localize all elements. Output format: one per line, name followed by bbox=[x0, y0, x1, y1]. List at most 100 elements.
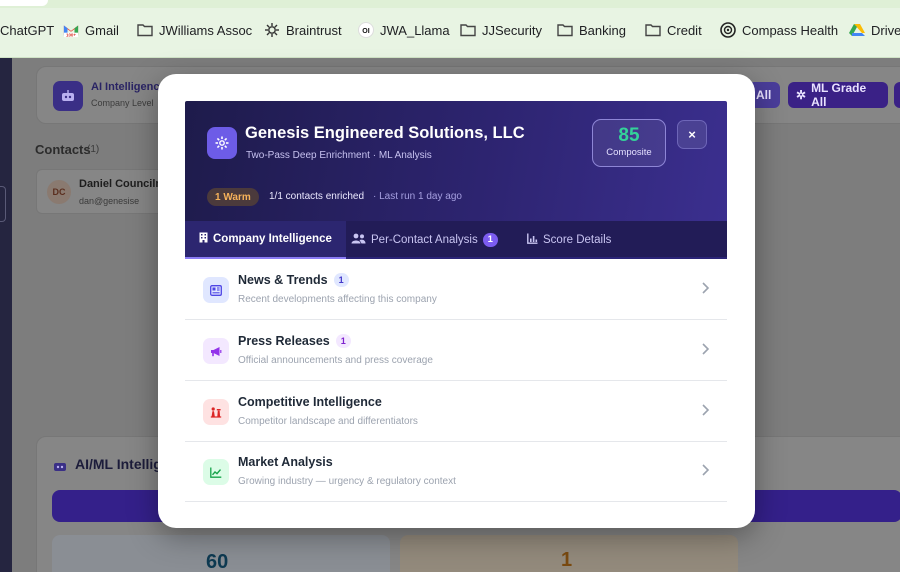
bookmark-label: JJSecurity bbox=[482, 22, 542, 38]
bookmark-compass-health[interactable]: Compass Health bbox=[720, 20, 838, 40]
bookmark-banking[interactable]: Banking bbox=[557, 20, 626, 40]
bookmarks-bar: ChatGPT 100+ Gmail JWilliams Assoc Brain… bbox=[0, 0, 900, 58]
svg-text:100+: 100+ bbox=[66, 33, 76, 38]
robot-icon bbox=[53, 459, 67, 471]
bookmark-label: Compass Health bbox=[742, 22, 839, 38]
section-title: News & Trends 1 bbox=[238, 273, 349, 287]
bookmark-label: JWA_Llama bbox=[380, 22, 450, 38]
tab-score-details[interactable]: Score Details bbox=[527, 221, 611, 259]
tab-label: Per-Contact Analysis bbox=[371, 234, 478, 246]
app-sidebar bbox=[0, 58, 12, 572]
section-title: Press Releases 1 bbox=[238, 334, 351, 348]
drive-icon bbox=[849, 22, 865, 38]
company-name: Genesis Engineered Solutions, LLC bbox=[245, 124, 525, 142]
contact-name: Daniel Councilm bbox=[79, 178, 166, 190]
trend-icon bbox=[203, 459, 229, 485]
section-press-releases[interactable]: Press Releases 1 Official announcements … bbox=[185, 320, 727, 381]
bookmark-label: ChatGPT bbox=[0, 22, 55, 38]
bookmark-jwilliams[interactable]: JWilliams Assoc bbox=[137, 20, 252, 40]
chevron-right-icon bbox=[702, 464, 710, 476]
svg-text:OI: OI bbox=[362, 28, 369, 35]
chevron-right-icon bbox=[702, 282, 710, 294]
section-title: Market Analysis bbox=[238, 455, 333, 469]
section-description: Recent developments affecting this compa… bbox=[238, 294, 437, 305]
stat-value: 60 bbox=[206, 551, 229, 572]
section-description: Competitor landscape and differentiators bbox=[238, 416, 418, 427]
composite-score: 85 bbox=[618, 125, 640, 146]
last-run-status: · Last run 1 day ago bbox=[373, 191, 462, 202]
bookmark-jwa-llama[interactable]: OI JWA_Llama bbox=[358, 20, 450, 40]
extra-action-button[interactable] bbox=[894, 82, 900, 108]
modal-tabs: Company Intelligence Per-Contact Analysi… bbox=[185, 221, 727, 259]
stat-card-left: 60 bbox=[52, 535, 390, 572]
bookmark-credit[interactable]: Credit bbox=[645, 20, 702, 40]
section-title: Competitive Intelligence bbox=[238, 395, 382, 409]
ollama-icon: OI bbox=[358, 22, 374, 38]
contacts-count: (1) bbox=[87, 144, 100, 155]
bookmark-gmail[interactable]: 100+ Gmail bbox=[63, 20, 119, 40]
contact-card[interactable]: DC Daniel Councilm dan@genesise bbox=[36, 169, 176, 214]
avatar: DC bbox=[47, 180, 71, 204]
folder-icon bbox=[557, 22, 573, 38]
ml-grade-all-button[interactable]: ✲ ML Grade All bbox=[788, 81, 888, 109]
panel-subtitle: Company Level bbox=[91, 98, 154, 108]
bookmark-label: Braintrust bbox=[286, 22, 342, 38]
bookmark-drive[interactable]: Drive bbox=[849, 20, 900, 40]
bookmark-braintrust[interactable]: Braintrust bbox=[264, 20, 342, 40]
gmail-icon: 100+ bbox=[63, 22, 79, 38]
contacts-label: Contacts bbox=[35, 142, 91, 157]
warm-badge: 1 Warm bbox=[207, 188, 259, 206]
section-news-trends[interactable]: News & Trends 1 Recent developments affe… bbox=[185, 259, 727, 320]
section-title-text: Competitive Intelligence bbox=[238, 395, 382, 409]
bookmark-label: Gmail bbox=[85, 22, 119, 38]
sidebar-handle[interactable] bbox=[0, 186, 6, 222]
active-tab-edge bbox=[0, 0, 48, 6]
bookmark-label: Drive bbox=[871, 22, 900, 38]
users-icon bbox=[351, 233, 366, 247]
bookmark-chatgpt[interactable]: ChatGPT bbox=[0, 20, 54, 40]
section-count-badge: 1 bbox=[335, 334, 351, 348]
tab-strip bbox=[0, 0, 900, 8]
panel-title: AI Intelligenc bbox=[91, 81, 160, 93]
chart-icon bbox=[527, 233, 538, 247]
composite-label: Composite bbox=[606, 147, 652, 158]
tab-per-contact-analysis[interactable]: Per-Contact Analysis 1 bbox=[351, 221, 498, 259]
section-market-analysis[interactable]: Market Analysis Growing industry — urgen… bbox=[185, 441, 727, 502]
newspaper-icon bbox=[203, 277, 229, 303]
modal-header: Genesis Engineered Solutions, LLC Two-Pa… bbox=[185, 101, 727, 222]
company-gear-icon bbox=[207, 127, 237, 159]
section-description: Official announcements and press coverag… bbox=[238, 355, 433, 366]
contact-email: dan@genesise bbox=[79, 196, 140, 206]
stat-value: 1 bbox=[561, 549, 573, 571]
folder-icon bbox=[460, 22, 476, 38]
tab-label: Company Intelligence bbox=[213, 233, 332, 245]
folder-icon bbox=[645, 22, 661, 38]
close-button[interactable]: × bbox=[677, 120, 707, 149]
braintrust-icon bbox=[264, 22, 280, 38]
building-icon bbox=[199, 232, 208, 246]
composite-score-box: 85 Composite bbox=[592, 119, 666, 167]
section-competitive-intelligence[interactable]: Competitive Intelligence Competitor land… bbox=[185, 381, 727, 442]
enriched-status: 1/1 contacts enriched bbox=[269, 191, 365, 202]
tab-company-intelligence[interactable]: Company Intelligence bbox=[185, 221, 346, 259]
chevron-right-icon bbox=[702, 343, 710, 355]
folder-icon bbox=[137, 22, 153, 38]
bookmark-label: Credit bbox=[667, 22, 702, 38]
aiml-title: AI/ML Intellig bbox=[75, 456, 162, 472]
stat-card-right: 1 bbox=[400, 535, 738, 572]
chess-icon bbox=[203, 399, 229, 425]
bookmark-label: Banking bbox=[579, 22, 626, 38]
section-title-text: News & Trends bbox=[238, 273, 328, 287]
section-title-text: Press Releases bbox=[238, 334, 330, 348]
compass-icon bbox=[720, 22, 736, 38]
company-subtitle: Two-Pass Deep Enrichment · ML Analysis bbox=[246, 150, 432, 161]
section-description: Growing industry — urgency & regulatory … bbox=[238, 476, 456, 487]
ml-grade-all-label: ML Grade All bbox=[811, 81, 867, 109]
bookmark-jjsecurity[interactable]: JJSecurity bbox=[460, 20, 542, 40]
robot-icon bbox=[53, 81, 83, 111]
gear-icon: ✲ bbox=[796, 88, 807, 102]
tab-count-badge: 1 bbox=[482, 233, 498, 247]
grade-all-label: All bbox=[756, 88, 772, 102]
section-title-text: Market Analysis bbox=[238, 455, 333, 469]
section-count-badge: 1 bbox=[333, 273, 349, 287]
